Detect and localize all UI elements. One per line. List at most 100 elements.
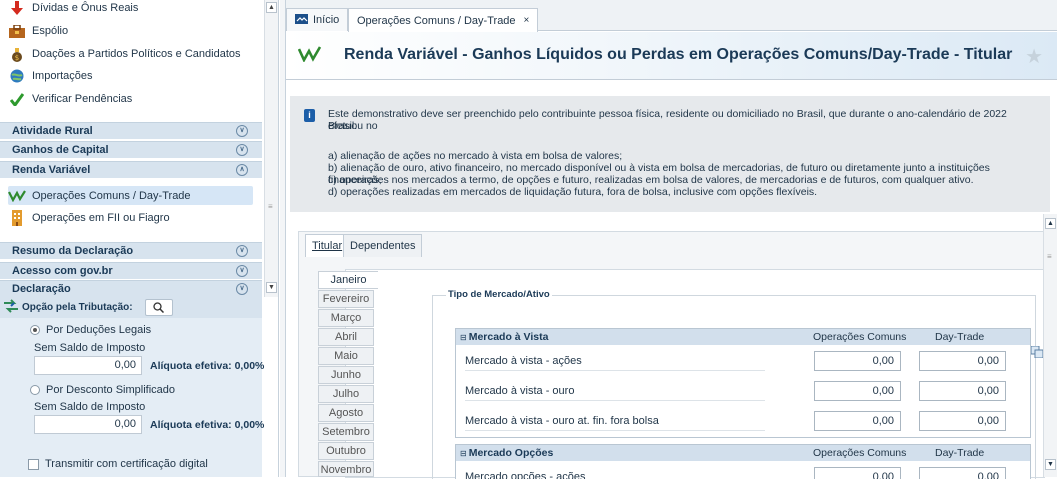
arrows-exchange-icon <box>3 299 19 316</box>
star-icon[interactable]: ★ <box>1025 44 1043 69</box>
saldo-label: Sem Saldo de Imposto <box>34 401 146 413</box>
section-label: Acesso com gov.br <box>12 265 113 277</box>
collapse-icon[interactable]: ⊟ <box>460 449 467 458</box>
comuns-input[interactable]: 0,00 <box>814 381 901 401</box>
search-icon <box>153 302 165 313</box>
month-tab[interactable]: Novembro <box>318 461 374 477</box>
column-header: Operações Comuns <box>813 447 907 459</box>
daytrade-input[interactable]: 0,00 <box>919 411 1006 431</box>
globe-icon <box>8 68 26 84</box>
table-mercado-vista: ⊟ Mercado à Vista Operações Comuns Day-Tr… <box>455 328 1031 438</box>
sidebar-item-dividas[interactable]: Dívidas e Ônus Reais <box>8 0 138 18</box>
building-icon <box>8 210 26 226</box>
comuns-input[interactable]: 0,00 <box>814 467 901 479</box>
info-line: c) operações nos mercados a termo, de op… <box>328 174 974 186</box>
money-bag-icon: $ <box>8 46 26 62</box>
main-area: Início Operações Comuns / Day-Trade × Re… <box>286 0 1057 479</box>
chevron-down-icon: ∨ <box>236 283 248 295</box>
month-tab[interactable]: Abril <box>318 328 374 346</box>
daytrade-input[interactable]: 0,00 <box>919 351 1006 371</box>
daytrade-input[interactable]: 0,00 <box>919 381 1006 401</box>
info-line: d) operações realizadas em mercados de l… <box>328 186 818 198</box>
section-declaracao[interactable]: Declaração ∨ <box>0 280 262 297</box>
tab-label: Titular <box>312 240 343 252</box>
radio-unselected-icon <box>30 385 40 395</box>
tab-label: Operações Comuns / Day-Trade <box>357 14 516 27</box>
info-icon: i <box>304 109 315 122</box>
chevron-down-icon: ∨ <box>236 125 248 137</box>
sidebar-scrollbar[interactable]: ▲ ≡ ▼ <box>264 0 278 297</box>
month-tab[interactable]: Fevereiro <box>318 290 374 308</box>
row-label: Mercado à vista - ouro <box>465 385 765 401</box>
section-atividade-rural[interactable]: Atividade Rural ∨ <box>0 122 262 139</box>
page-header: Renda Variável - Ganhos Líquidos ou Perd… <box>286 32 1057 80</box>
chevron-up-icon: ∧ <box>236 164 248 176</box>
table-row: Mercado à vista - ouro at. fin. fora bol… <box>456 405 1030 437</box>
radio-deducoes-legais[interactable]: Por Deduções Legais <box>30 324 151 336</box>
sidebar-item-label: Dívidas e Ônus Reais <box>32 2 139 14</box>
sidebar-item-verificar[interactable]: Verificar Pendências <box>8 89 132 109</box>
month-tab[interactable]: Setembro <box>318 423 374 441</box>
collapse-icon[interactable]: ⊟ <box>460 333 467 342</box>
sidebar-item-importacoes[interactable]: Importações <box>8 66 93 86</box>
row-label: Mercado à vista - ações <box>465 355 765 371</box>
month-tab[interactable]: Outubro <box>318 442 374 460</box>
scroll-down-icon[interactable]: ▼ <box>1045 459 1056 470</box>
table-header: ⊟ Mercado Opções Operações Comuns Day-Tra… <box>456 445 1030 461</box>
opcao-tributacao-title: Opção pela Tributação: <box>22 302 133 313</box>
scroll-up-icon[interactable]: ▲ <box>266 2 277 13</box>
table-header: ⊟ Mercado à Vista Operações Comuns Day-Tr… <box>456 329 1030 345</box>
tab-label: Dependentes <box>350 240 416 252</box>
section-ganhos-capital[interactable]: Ganhos de Capital ∨ <box>0 141 262 158</box>
radio-selected-icon <box>30 325 40 335</box>
column-header: Operações Comuns <box>813 331 907 343</box>
opcao-tributacao-header: Opção pela Tributação: <box>0 297 262 318</box>
section-label: Resumo da Declaração <box>12 245 134 257</box>
page-title: Renda Variável - Ganhos Líquidos ou Perd… <box>344 46 1013 63</box>
sidebar-item-label: Verificar Pendências <box>32 93 133 105</box>
column-header: Day-Trade <box>935 447 985 459</box>
chart-line-icon <box>8 188 26 204</box>
month-tab[interactable]: Agosto <box>318 404 374 422</box>
month-tab[interactable]: Março <box>318 309 374 327</box>
paste-icon[interactable] <box>1030 345 1044 361</box>
tab-dependentes[interactable]: Dependentes <box>343 234 423 257</box>
chevron-down-icon: ∨ <box>236 265 248 277</box>
table-row: Mercado opções - ações 0,00 0,00 <box>456 461 1030 479</box>
transmitir-checkbox[interactable]: Transmitir com certificação digital <box>28 458 208 470</box>
table-title: Mercado Opções <box>468 447 554 459</box>
close-icon[interactable]: × <box>524 15 530 26</box>
month-tab[interactable]: Maio <box>318 347 374 365</box>
month-tab[interactable]: Junho <box>318 366 374 384</box>
fieldset-legend: Tipo de Mercado/Ativo <box>446 289 552 300</box>
table-title: Mercado à Vista <box>468 331 549 343</box>
section-renda-variavel[interactable]: Renda Variável ∧ <box>0 161 262 178</box>
tab-label: Início <box>313 14 340 26</box>
daytrade-input[interactable]: 0,00 <box>919 467 1006 479</box>
month-tab[interactable]: Janeiro <box>318 271 378 289</box>
radio-label: Por Deduções Legais <box>46 324 152 336</box>
radio-desconto-simplificado[interactable]: Por Desconto Simplificado <box>30 384 175 396</box>
month-tab[interactable]: Julho <box>318 385 374 403</box>
comuns-input[interactable]: 0,00 <box>814 411 901 431</box>
main-scrollbar[interactable]: ▲ ≡ ▼ <box>1043 214 1057 477</box>
sidebar-item-doacoes[interactable]: $ Doações a Partidos Políticos e Candida… <box>8 44 241 64</box>
radio-label: Por Desconto Simplificado <box>46 384 176 396</box>
sidebar-item-fii-fiagro[interactable]: Operações em FII ou Fiagro <box>8 208 170 228</box>
scroll-down-icon[interactable]: ▼ <box>266 282 277 293</box>
search-button[interactable] <box>144 299 173 316</box>
comuns-input[interactable]: 0,00 <box>814 351 901 371</box>
section-resumo[interactable]: Resumo da Declaração ∨ <box>0 242 262 259</box>
sidebar-item-espolio[interactable]: Espólio <box>8 21 68 41</box>
svg-text:$: $ <box>15 54 19 62</box>
tab-inicio[interactable]: Início <box>286 8 349 31</box>
sidebar-item-label: Doações a Partidos Políticos e Candidato… <box>32 48 241 60</box>
checkmark-icon <box>8 91 26 107</box>
section-acesso-govbr[interactable]: Acesso com gov.br ∨ <box>0 262 262 279</box>
tab-operacoes-comuns[interactable]: Operações Comuns / Day-Trade × <box>348 8 539 32</box>
sidebar-item-operacoes-comuns[interactable]: Operações Comuns / Day-Trade <box>8 186 191 206</box>
table-row: Mercado à vista - ouro 0,00 0,00 <box>456 375 1030 405</box>
row-label: Mercado à vista - ouro at. fin. fora bol… <box>465 415 765 431</box>
saldo-label: Sem Saldo de Imposto <box>34 342 146 354</box>
scroll-up-icon[interactable]: ▲ <box>1045 218 1056 229</box>
